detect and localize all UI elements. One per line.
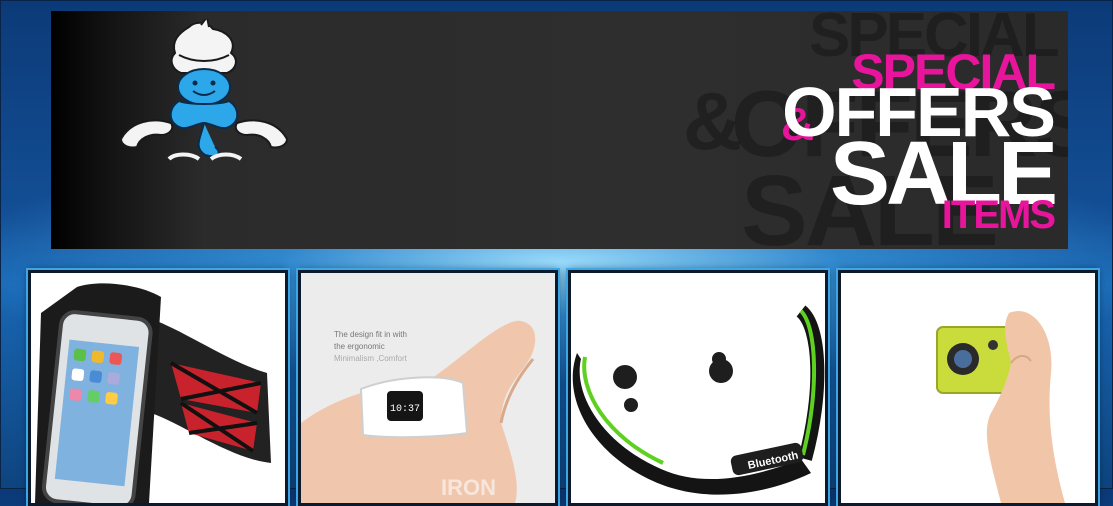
product-card-camera[interactable] xyxy=(838,270,1098,506)
genie-mascot-icon xyxy=(119,19,289,161)
promo-banner[interactable]: SPECIAL & OFFERS SALE SPECIAL & OFFERS S… xyxy=(51,11,1068,249)
band-watermark-iron: IRON xyxy=(441,475,496,500)
band-time-readout: 10:37 xyxy=(390,404,420,415)
phone-armband-icon xyxy=(35,283,271,503)
headline-items: ITEMS xyxy=(941,193,1056,237)
fitness-band-icon: 10:37 IRON xyxy=(301,320,536,503)
product-card-armband[interactable] xyxy=(28,270,288,506)
action-camera-icon xyxy=(936,311,1065,503)
product-card-headphones[interactable]: Bluetooth xyxy=(568,270,828,506)
product-card-fitness-band[interactable]: The design fit in with the ergonomic Min… xyxy=(298,270,558,506)
bluetooth-headphones-icon: Bluetooth xyxy=(572,305,825,495)
